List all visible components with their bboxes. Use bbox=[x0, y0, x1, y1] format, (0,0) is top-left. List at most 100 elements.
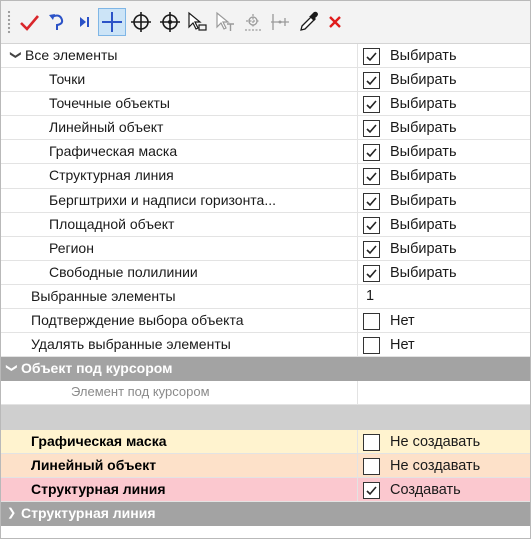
chevron-down-icon[interactable]: ❯ bbox=[1, 364, 23, 373]
property-item[interactable]: Линейный объект Выбирать bbox=[1, 116, 530, 141]
checkbox[interactable] bbox=[363, 72, 380, 90]
undo-button[interactable] bbox=[43, 8, 71, 36]
property-value: Выбирать bbox=[390, 120, 457, 137]
apply-button[interactable] bbox=[15, 8, 43, 36]
checkmark-icon bbox=[20, 15, 39, 31]
checkbox[interactable] bbox=[363, 96, 380, 114]
select-object-icon bbox=[188, 11, 207, 31]
property-item[interactable]: Регион Выбирать bbox=[1, 236, 530, 261]
property-label: Точки bbox=[49, 71, 86, 88]
checkmark-icon bbox=[366, 245, 377, 254]
property-element-under-cursor[interactable]: Элемент под курсором bbox=[1, 381, 530, 406]
property-label: Элемент под курсором bbox=[71, 384, 210, 400]
property-value: Создавать bbox=[390, 481, 461, 498]
property-value: Не создавать bbox=[390, 433, 481, 450]
checkbox[interactable] bbox=[363, 481, 380, 499]
close-button[interactable] bbox=[321, 8, 349, 36]
property-item[interactable]: Площадной объект Выбирать bbox=[1, 212, 530, 237]
property-label: Удалять выбранные элементы bbox=[31, 336, 231, 353]
category-structural-line[interactable]: ❯ Структурная линия bbox=[1, 501, 530, 526]
property-value: Выбирать bbox=[390, 192, 457, 209]
toolbar-grip[interactable] bbox=[7, 10, 11, 34]
chevron-right-icon[interactable]: ❯ bbox=[7, 502, 16, 524]
property-label: Точечные объекты bbox=[49, 95, 170, 112]
property-label: Структурная линия bbox=[49, 167, 174, 184]
checkmark-icon bbox=[366, 486, 377, 495]
property-item[interactable]: Точечные объекты Выбирать bbox=[1, 92, 530, 117]
checkmark-icon bbox=[366, 269, 377, 279]
property-confirm-selection[interactable]: Подтверждение выбора объекта Нет bbox=[1, 309, 530, 334]
target-dot-icon bbox=[160, 12, 180, 32]
next-button[interactable] bbox=[71, 8, 99, 36]
checkmark-icon bbox=[366, 148, 377, 158]
checkmark-icon bbox=[366, 197, 377, 206]
chevron-down-icon[interactable]: ❯ bbox=[5, 50, 27, 59]
snap-grid-icon bbox=[245, 14, 261, 31]
category-all-elements[interactable]: ❯ Все элементы Выбирать bbox=[1, 44, 530, 69]
property-label: Графическая маска bbox=[49, 143, 178, 160]
close-icon bbox=[329, 16, 341, 28]
select-text-button[interactable] bbox=[211, 8, 239, 36]
checkmark-icon bbox=[366, 124, 377, 134]
checkbox[interactable] bbox=[363, 264, 380, 282]
target-icon bbox=[131, 12, 151, 32]
property-value: 1 bbox=[366, 287, 375, 304]
property-value: Выбирать bbox=[390, 144, 457, 161]
property-create-row[interactable]: Линейный объект Не создавать bbox=[1, 453, 530, 478]
eyedropper-icon bbox=[300, 11, 318, 31]
checkbox[interactable] bbox=[363, 216, 380, 234]
property-label: Структурная линия bbox=[31, 480, 166, 497]
toolbar bbox=[1, 1, 530, 44]
property-value: Выбирать bbox=[390, 72, 457, 89]
target-button[interactable] bbox=[127, 8, 155, 36]
checkbox[interactable] bbox=[363, 337, 380, 355]
property-value: Нет bbox=[390, 337, 415, 354]
property-value: Выбирать bbox=[390, 240, 457, 257]
crosshair-button[interactable] bbox=[98, 8, 126, 36]
property-label: Площадной объект bbox=[49, 215, 175, 232]
property-label: Выбранные элементы bbox=[31, 287, 176, 304]
property-item[interactable]: Свободные полилинии Выбирать bbox=[1, 260, 530, 285]
property-value: Выбирать bbox=[390, 168, 457, 185]
property-item[interactable]: Точки Выбирать bbox=[1, 68, 530, 93]
property-item[interactable]: Бергштрихи и надписи горизонта... Выбират… bbox=[1, 188, 530, 213]
property-label: Линейный объект bbox=[31, 456, 157, 473]
property-value: Выбирать bbox=[390, 216, 457, 233]
checkbox[interactable] bbox=[363, 48, 380, 65]
property-item[interactable]: Структурная линия Выбирать bbox=[1, 164, 530, 189]
property-value: Выбирать bbox=[390, 48, 457, 64]
checkmark-icon bbox=[366, 52, 377, 62]
category-label: Структурная линия bbox=[21, 504, 156, 521]
undo-arrow-icon bbox=[49, 14, 64, 30]
property-delete-selected[interactable]: Удалять выбранные элементы Нет bbox=[1, 333, 530, 358]
checkbox[interactable] bbox=[363, 433, 380, 451]
property-item[interactable]: Графическая маска Выбирать bbox=[1, 140, 530, 165]
category-label: Объект под курсором bbox=[21, 360, 173, 377]
property-value: Выбирать bbox=[390, 264, 457, 281]
vertex-icon bbox=[271, 14, 289, 30]
category-cursor-object[interactable]: ❯ Объект под курсором bbox=[1, 357, 530, 382]
checkbox[interactable] bbox=[363, 144, 380, 162]
property-create-row[interactable]: Графическая маска Не создавать bbox=[1, 429, 530, 454]
snap-grid-button[interactable] bbox=[239, 8, 267, 36]
property-label: Графическая маска bbox=[31, 432, 167, 449]
property-create-row[interactable]: Структурная линия Создавать bbox=[1, 477, 530, 502]
checkbox[interactable] bbox=[363, 457, 380, 475]
select-text-icon bbox=[216, 11, 234, 31]
checkmark-icon bbox=[366, 100, 377, 110]
crosshair-icon bbox=[102, 12, 122, 32]
select-object-button[interactable] bbox=[183, 8, 211, 36]
checkbox[interactable] bbox=[363, 240, 380, 258]
eyedropper-button[interactable] bbox=[294, 8, 322, 36]
vertex-button[interactable] bbox=[266, 8, 294, 36]
checkbox[interactable] bbox=[363, 192, 380, 210]
checkbox[interactable] bbox=[363, 168, 380, 186]
property-value: Нет bbox=[390, 313, 415, 330]
checkmark-icon bbox=[366, 221, 377, 230]
property-selected-count[interactable]: Выбранные элементы 1 bbox=[1, 284, 530, 310]
checkbox[interactable] bbox=[363, 313, 380, 331]
properties-panel: ❯ Все элементы Выбирать Точки Выбирать Точ… bbox=[0, 0, 531, 539]
target-dot-button[interactable] bbox=[156, 8, 184, 36]
property-label: Свободные полилинии bbox=[49, 263, 198, 280]
checkbox[interactable] bbox=[363, 120, 380, 138]
